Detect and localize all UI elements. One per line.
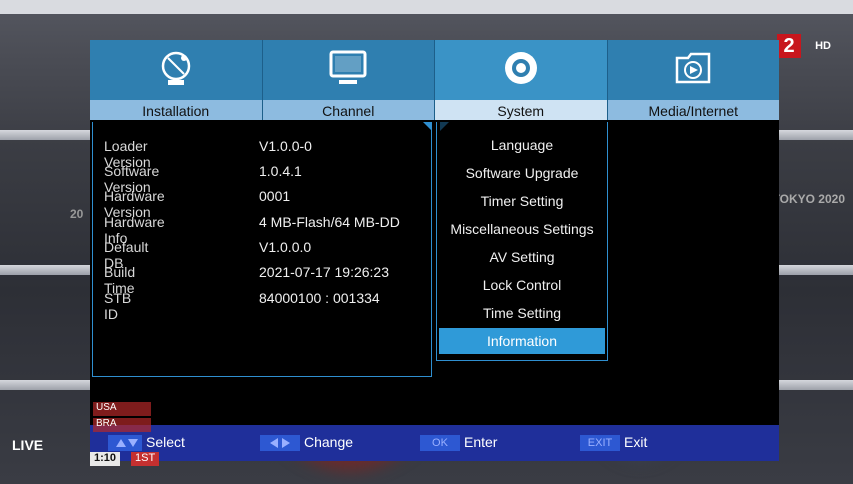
information-panel: Loader Version V1.0.0-0 Software Version…	[92, 122, 432, 377]
side-text: 20	[70, 207, 84, 221]
scoreboard: USA BRA	[93, 402, 151, 442]
tab-media-internet[interactable]: Media/Internet	[607, 40, 779, 120]
hint-bar: Select Change OK Enter EXIT Exit	[90, 425, 779, 461]
score-team: BRA	[93, 418, 151, 432]
info-label: STB ID	[104, 290, 132, 322]
enter-hint: Enter	[464, 434, 498, 450]
menu-tabs: Installation Channel System Media/Intern…	[90, 40, 779, 120]
info-value: 2021-07-17 19:26:23	[259, 264, 389, 280]
channel-logo: 2	[777, 34, 801, 58]
submenu-item-software-upgrade[interactable]: Software Upgrade	[439, 160, 605, 186]
submenu-item-timer-setting[interactable]: Timer Setting	[439, 188, 605, 214]
tab-system[interactable]: System	[435, 40, 608, 120]
submenu-item-lock-control[interactable]: Lock Control	[439, 272, 605, 298]
select-hint: Select	[146, 434, 185, 450]
tab-label: Installation	[90, 100, 262, 120]
system-submenu: Language Software Upgrade Timer Setting …	[436, 122, 608, 361]
info-value: 4 MB-Flash/64 MB-DD	[259, 214, 400, 230]
left-right-arrow-icon	[260, 435, 300, 451]
info-value: 1.0.4.1	[259, 163, 302, 179]
tokyo-watermark: TOKYO 2020	[772, 192, 845, 206]
ok-key: OK	[420, 435, 460, 451]
live-label: LIVE	[12, 437, 44, 453]
top-banner	[0, 0, 853, 14]
info-value: V1.0.0.0	[259, 239, 312, 255]
round-timer: 1:10	[90, 452, 121, 466]
tv-monitor-icon	[329, 50, 367, 84]
hd-badge: HD	[815, 40, 831, 52]
settings-menu: Installation Channel System Media/Intern…	[90, 40, 779, 461]
tab-channel[interactable]: Channel	[262, 40, 435, 120]
media-folder-icon	[676, 52, 711, 84]
exit-hint: Exit	[624, 434, 648, 450]
exit-key: EXIT	[580, 435, 620, 451]
tab-installation[interactable]: Installation	[90, 40, 263, 120]
info-value: 0001	[259, 188, 291, 204]
satellite-dish-icon	[161, 51, 190, 85]
submenu-item-information[interactable]: Information	[439, 328, 605, 354]
submenu-item-language[interactable]: Language	[439, 132, 605, 158]
info-value: 84000100 : 001334	[259, 290, 380, 306]
submenu-item-miscellaneous-settings[interactable]: Miscellaneous Settings	[439, 216, 605, 242]
info-value: V1.0.0-0	[259, 138, 312, 154]
gear-icon	[504, 52, 537, 84]
tab-label: Channel	[262, 100, 434, 120]
tab-label: System	[435, 100, 607, 120]
round-label: 1ST	[131, 452, 160, 466]
submenu-item-time-setting[interactable]: Time Setting	[439, 300, 605, 326]
score-team: USA	[93, 402, 151, 416]
submenu-item-av-setting[interactable]: AV Setting	[439, 244, 605, 270]
panel-corner-marker	[423, 122, 432, 131]
change-hint: Change	[304, 434, 354, 450]
tab-label: Media/Internet	[607, 100, 779, 120]
